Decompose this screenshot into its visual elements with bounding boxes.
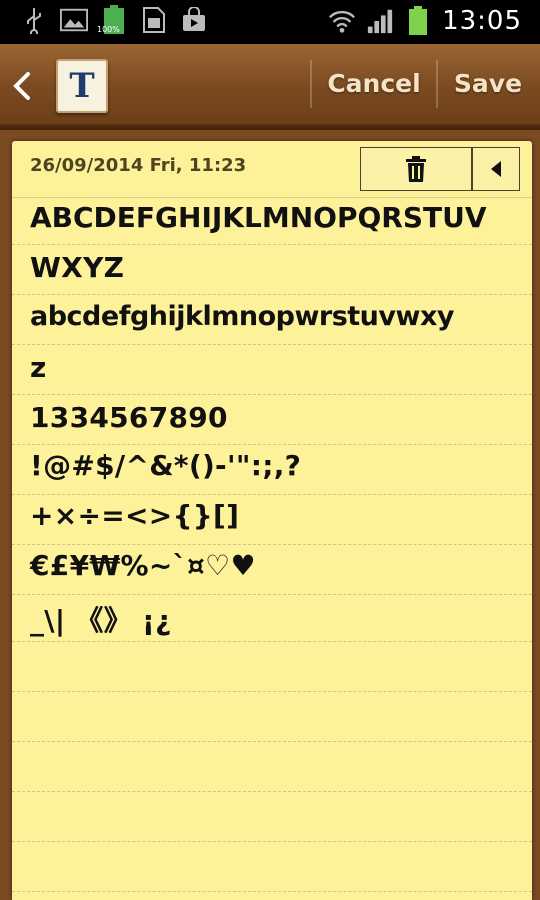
ruled-line: [12, 444, 532, 445]
note-text-line: 1334567890: [30, 401, 228, 434]
ruled-line: [12, 791, 532, 792]
usb-icon: [20, 6, 48, 34]
ruled-line: [12, 691, 532, 692]
battery-full-icon: 100%: [97, 5, 128, 34]
ruled-line: [12, 891, 532, 892]
divider: [310, 60, 312, 108]
collapse-toolbar-button[interactable]: [472, 147, 520, 191]
note-text-line: !@#$/^&*()-'":;,?: [30, 449, 302, 482]
delete-button[interactable]: [360, 147, 472, 191]
note-text-line: z: [30, 351, 47, 384]
note-header: 26/09/2014 Fri, 11:23: [12, 141, 532, 198]
clock: 13:05: [442, 6, 522, 36]
status-bar: 100% 13:05: [0, 0, 540, 44]
battery-icon: [404, 6, 432, 35]
ruled-line: [12, 394, 532, 395]
ruled-line: [12, 741, 532, 742]
ruled-line: [12, 344, 532, 345]
ruled-line: [12, 544, 532, 545]
shopping-bag-icon: [180, 6, 208, 34]
app-logo-icon[interactable]: T: [56, 59, 108, 113]
cancel-button[interactable]: Cancel: [318, 62, 430, 106]
note-paper[interactable]: 26/09/2014 Fri, 11:23 ABCDEFGHIJKLMNOPQR…: [12, 141, 532, 900]
divider: [436, 60, 438, 108]
wifi-icon: [328, 7, 356, 35]
signal-icon: [366, 7, 394, 35]
note-text-line: abcdefghijklmnopwrstuvwxy: [30, 301, 454, 332]
action-bar: T Cancel Save: [0, 44, 540, 130]
sd-card-icon: [140, 6, 168, 34]
note-text-line: ABCDEFGHIJKLMNOPQRSTUV: [30, 201, 487, 234]
triangle-left-icon: [491, 161, 501, 177]
save-button[interactable]: Save: [442, 62, 534, 106]
ruled-line: [12, 841, 532, 842]
ruled-line: [12, 244, 532, 245]
app-logo-letter: T: [69, 66, 95, 106]
note-date: 26/09/2014 Fri, 11:23: [30, 155, 247, 176]
back-chevron-icon[interactable]: [10, 66, 40, 106]
note-text-line: WXYZ: [30, 251, 125, 284]
image-icon: [60, 6, 88, 34]
battery-percent: 100%: [97, 25, 120, 34]
ruled-line: [12, 494, 532, 495]
ruled-line: [12, 641, 532, 642]
note-text-line: _\| 《》 ¡¿: [30, 604, 172, 637]
ruled-line: [12, 594, 532, 595]
note-text-line: €£¥₩%~`¤♡♥: [30, 549, 256, 582]
trash-icon: [406, 156, 426, 182]
ruled-line: [12, 294, 532, 295]
note-text-line: +×÷=<>{}[]: [30, 499, 240, 532]
